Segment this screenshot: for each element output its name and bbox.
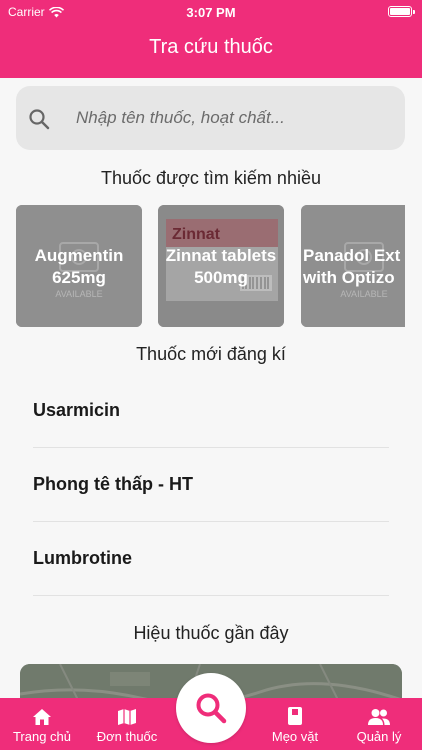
popular-card-label: Zinnat tablets 500mg — [165, 246, 277, 287]
search-input[interactable] — [76, 104, 396, 132]
placeholder-text: AVAILABLE — [340, 289, 388, 299]
list-item[interactable]: Phong tê thấp - HT — [33, 448, 389, 522]
list-item[interactable]: Usarmicin — [33, 374, 389, 448]
popular-card-zinnat[interactable]: Zinnat Zinnat tablets 500mg — [158, 205, 284, 327]
tab-tips[interactable]: Mẹo vặt — [262, 698, 328, 750]
tab-tips-label: Mẹo vặt — [271, 729, 319, 744]
popular-carousel[interactable]: AVAILABLE Augmentin 625mg Zinnat Zinnat … — [16, 205, 405, 327]
search-bar[interactable] — [16, 86, 405, 150]
search-icon — [29, 109, 50, 130]
people-icon — [368, 709, 390, 725]
placeholder-text: AVAILABLE — [55, 289, 103, 299]
search-icon — [196, 693, 227, 724]
battery-icon — [388, 6, 415, 17]
page-title: Tra cứu thuốc — [149, 36, 273, 58]
tab-manage[interactable]: Quản lý — [344, 698, 414, 750]
book-icon — [288, 707, 302, 725]
status-bar: Carrier 3:07 PM — [0, 0, 422, 24]
new-drugs-section-title: Thuốc mới đăng kí — [136, 344, 286, 364]
tab-prescription-label: Đơn thuốc — [96, 729, 158, 744]
status-time: 3:07 PM — [186, 5, 236, 20]
product-image-text: Zinnat — [172, 226, 221, 243]
search-tab-button[interactable] — [176, 673, 246, 743]
tab-manage-label: Quản lý — [356, 729, 402, 744]
nearby-section-title: Hiệu thuốc gần đây — [133, 623, 289, 643]
tab-home[interactable]: Trang chủ — [8, 698, 76, 750]
home-icon — [33, 709, 51, 725]
new-drugs-list: Usarmicin Phong tê thấp - HT Lumbrotine — [33, 374, 389, 596]
popular-section-title: Thuốc được tìm kiếm nhiều — [101, 168, 321, 188]
popular-card-panadol[interactable]: AVAILABLE Panadol Ext with Optizo — [301, 205, 405, 327]
list-item[interactable]: Lumbrotine — [33, 522, 389, 596]
popular-card-label: Augmentin 625mg — [34, 246, 124, 287]
map-icon — [118, 709, 136, 725]
app-header: Carrier 3:07 PM Tra cứu thuốc — [0, 0, 422, 78]
tab-prescription[interactable]: Đơn thuốc — [88, 698, 166, 750]
popular-card-augmentin[interactable]: AVAILABLE Augmentin 625mg — [16, 205, 142, 327]
tab-home-label: Trang chủ — [12, 729, 72, 744]
popular-card-label: Panadol Ext with Optizo — [303, 246, 401, 287]
